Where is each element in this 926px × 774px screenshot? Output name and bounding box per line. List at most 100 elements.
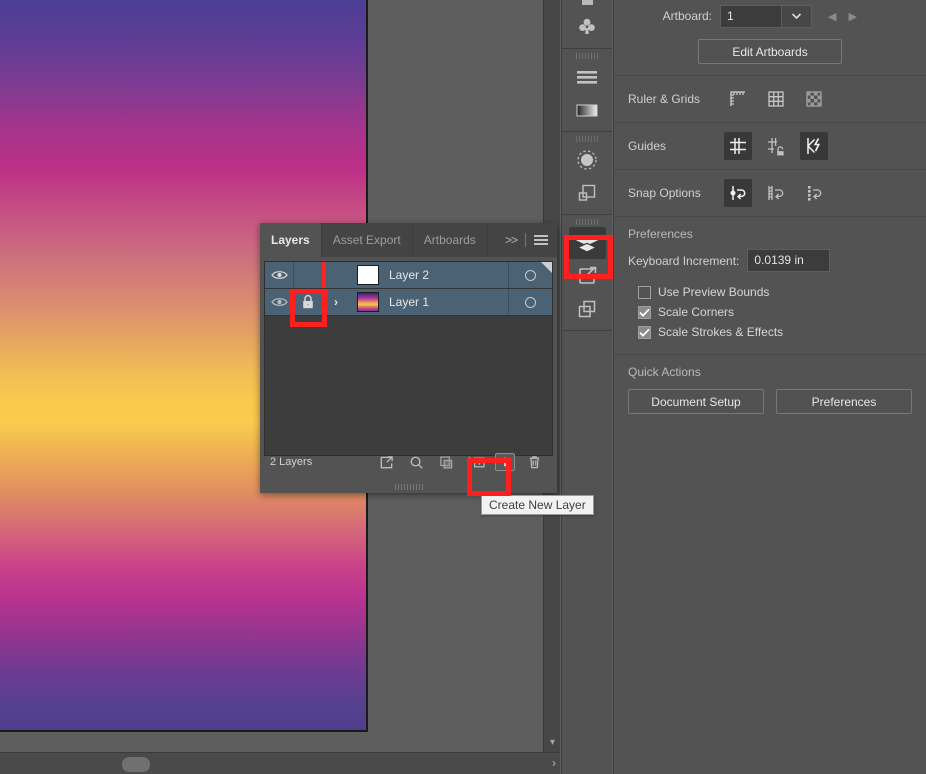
panel-tab-controls: >> bbox=[499, 223, 557, 257]
snap-point-icon[interactable] bbox=[724, 179, 752, 207]
keyboard-increment-field[interactable]: 0.0139 in bbox=[747, 249, 830, 272]
guides-label: Guides bbox=[628, 139, 666, 153]
canvas-horizontal-scrollbar[interactable]: › bbox=[0, 752, 560, 774]
dock-group-2 bbox=[562, 49, 612, 132]
snap-options-label: Snap Options bbox=[628, 186, 701, 200]
scale-corners-checkbox[interactable]: Scale Corners bbox=[614, 302, 926, 322]
layers-footer-buttons bbox=[375, 452, 553, 472]
dock-group-3 bbox=[562, 132, 612, 215]
layer-visibility-toggle[interactable] bbox=[265, 289, 294, 315]
guides-lock-icon[interactable] bbox=[762, 132, 790, 160]
checkbox-label: Scale Corners bbox=[658, 305, 734, 319]
triangle-left-icon[interactable]: ◀ bbox=[822, 10, 842, 23]
quick-actions-buttons: Document Setup Preferences bbox=[614, 383, 926, 414]
artboards-panel-icon[interactable] bbox=[569, 293, 606, 325]
edit-artboards-button[interactable]: Edit Artboards bbox=[698, 39, 842, 64]
scroll-down-icon[interactable]: ▾ bbox=[544, 738, 561, 748]
layers-count-label: 2 Layers bbox=[264, 456, 312, 468]
plus-square-icon[interactable] bbox=[495, 453, 515, 471]
locate-object-icon[interactable] bbox=[375, 452, 397, 472]
transparency-grid-icon[interactable] bbox=[800, 85, 828, 113]
scale-strokes-effects-checkbox[interactable]: Scale Strokes & Effects bbox=[614, 322, 926, 342]
snap-pixel-icon[interactable] bbox=[800, 179, 828, 207]
align-panel-icon[interactable] bbox=[569, 61, 606, 93]
layer-thumbnail bbox=[349, 289, 387, 315]
artboard-label: Artboard: bbox=[628, 9, 720, 23]
artboard-select[interactable]: 1 bbox=[720, 5, 812, 28]
scroll-right-icon[interactable]: › bbox=[552, 756, 556, 770]
ruler-icon[interactable] bbox=[724, 85, 752, 113]
shape-panel-icon[interactable] bbox=[569, 0, 606, 10]
chevron-down-icon[interactable] bbox=[782, 5, 812, 28]
tab-divider bbox=[525, 233, 526, 247]
document-setup-button[interactable]: Document Setup bbox=[628, 389, 764, 414]
edit-artboards-row: Edit Artboards bbox=[614, 28, 926, 76]
snap-grid-icon[interactable] bbox=[762, 179, 790, 207]
layer-expand-toggle[interactable] bbox=[323, 262, 349, 288]
ruler-grids-label: Ruler & Grids bbox=[628, 92, 700, 106]
brushes-panel-icon[interactable] bbox=[569, 144, 606, 176]
clipping-mask-icon[interactable] bbox=[435, 452, 457, 472]
use-preview-bounds-checkbox[interactable]: Use Preview Bounds bbox=[614, 282, 926, 302]
preferences-button[interactable]: Preferences bbox=[776, 389, 912, 414]
tab-layers[interactable]: Layers bbox=[260, 223, 322, 257]
appearance-panel-icon[interactable] bbox=[569, 177, 606, 209]
dock-group-1 bbox=[562, 0, 612, 49]
layers-panel-tabbar: Layers Asset Export Artboards >> bbox=[260, 223, 557, 257]
checkbox-label: Scale Strokes & Effects bbox=[658, 325, 783, 339]
panel-resize-grip[interactable] bbox=[260, 481, 557, 493]
layers-panel-icon[interactable] bbox=[569, 227, 606, 259]
checkbox-box[interactable] bbox=[638, 306, 651, 319]
symbols-panel-icon[interactable] bbox=[569, 11, 606, 43]
ruler-grids-row: Ruler & Grids bbox=[614, 76, 926, 123]
overflow-tabs-icon[interactable]: >> bbox=[505, 233, 517, 247]
smart-guides-icon[interactable] bbox=[800, 132, 828, 160]
properties-panel[interactable]: Artboard: 1 ◀ ▶ Edit Artboards Ruler & G… bbox=[613, 0, 926, 774]
checkbox-box[interactable] bbox=[638, 326, 651, 339]
layer-name[interactable]: Layer 2 bbox=[387, 262, 508, 288]
tab-artboards[interactable]: Artboards bbox=[413, 223, 488, 257]
layer-lock-toggle[interactable] bbox=[294, 289, 323, 315]
search-icon[interactable] bbox=[405, 452, 427, 472]
snap-options-row: Snap Options bbox=[614, 170, 926, 217]
table-row[interactable]: Layer 2 bbox=[265, 262, 552, 289]
guides-show-icon[interactable] bbox=[724, 132, 752, 160]
layers-panel[interactable]: Layers Asset Export Artboards >> bbox=[260, 223, 557, 493]
quick-actions-section: Quick Actions Document Setup Preferences bbox=[614, 355, 926, 414]
panel-dock-strip[interactable] bbox=[561, 0, 612, 774]
checkbox-box[interactable] bbox=[638, 286, 651, 299]
triangle-right-icon[interactable]: ▶ bbox=[842, 10, 862, 23]
layer-thumbnail bbox=[349, 262, 387, 288]
layer-target-indicator[interactable] bbox=[508, 289, 552, 315]
dock-group-4 bbox=[562, 215, 612, 331]
artboard-value[interactable]: 1 bbox=[720, 5, 782, 28]
create-new-layer-tooltip: Create New Layer bbox=[481, 495, 594, 515]
table-row[interactable]: › Layer 1 bbox=[265, 289, 552, 316]
illustrator-window: ▾ › bbox=[0, 0, 926, 774]
grid-icon[interactable] bbox=[762, 85, 790, 113]
dock-grip[interactable] bbox=[562, 134, 612, 143]
layers-list[interactable]: Layer 2 bbox=[264, 261, 553, 456]
new-sublayer-icon[interactable] bbox=[465, 452, 487, 472]
asset-export-panel-icon[interactable] bbox=[569, 260, 606, 292]
layers-panel-footer: 2 Layers bbox=[264, 449, 553, 475]
layer-lock-toggle[interactable] bbox=[294, 262, 323, 288]
dock-grip[interactable] bbox=[562, 217, 612, 226]
checkbox-label: Use Preview Bounds bbox=[658, 285, 769, 299]
preferences-section: Preferences Keyboard Increment: 0.0139 i… bbox=[614, 217, 926, 355]
dock-grip[interactable] bbox=[562, 51, 612, 60]
layer-selected-corner-icon bbox=[541, 262, 552, 273]
hamburger-menu-icon[interactable] bbox=[534, 235, 548, 245]
quick-actions-title: Quick Actions bbox=[614, 355, 926, 383]
hscroll-thumb[interactable] bbox=[122, 757, 150, 772]
layer-name[interactable]: Layer 1 bbox=[387, 289, 508, 315]
artboard-row: Artboard: 1 ◀ ▶ bbox=[614, 0, 926, 28]
trash-icon[interactable] bbox=[523, 452, 545, 472]
tab-asset-export[interactable]: Asset Export bbox=[322, 223, 413, 257]
gradient-panel-icon[interactable] bbox=[569, 94, 606, 126]
guides-row: Guides bbox=[614, 123, 926, 170]
keyboard-increment-row: Keyboard Increment: 0.0139 in bbox=[614, 245, 926, 282]
layer-visibility-toggle[interactable] bbox=[265, 262, 294, 288]
layer-expand-toggle[interactable]: › bbox=[323, 289, 349, 315]
keyboard-increment-label: Keyboard Increment: bbox=[628, 254, 739, 268]
